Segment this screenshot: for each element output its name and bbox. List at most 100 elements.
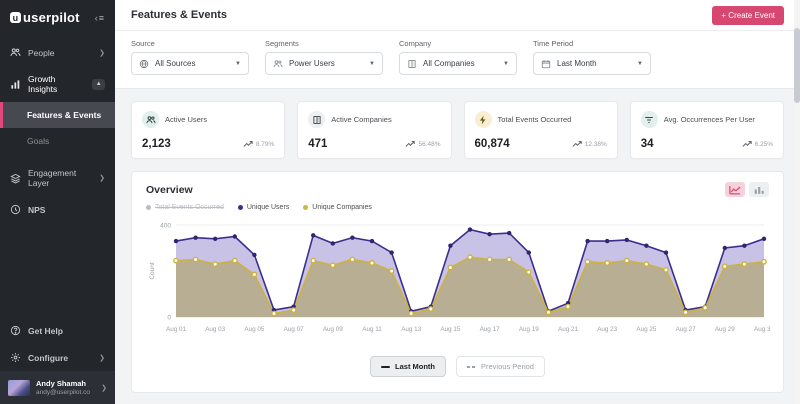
stats-row: Active Users 2,123 8.79% Active Companie…: [115, 89, 800, 163]
sidebar: uuserpilot ‹≡ People ❯ Growth Insights ▲…: [0, 0, 115, 404]
stat-change: 6.25%: [755, 141, 773, 148]
stat-card-active-companies: Active Companies 471 56.48%: [297, 101, 451, 159]
filter-label: Segments: [265, 39, 383, 48]
page-title: Features & Events: [131, 9, 227, 21]
legend-label: Unique Companies: [312, 204, 372, 211]
last-month-toggle[interactable]: Last Month: [370, 356, 446, 377]
legend-dot: [303, 205, 308, 210]
svg-text:Aug 21: Aug 21: [558, 326, 578, 333]
sidebar-item-nps[interactable]: NPS: [0, 196, 115, 223]
svg-text:Aug 01: Aug 01: [166, 326, 186, 333]
help-icon: [10, 325, 21, 336]
stat-card-total-events: Total Events Occurred 60,874 12.38%: [464, 101, 618, 159]
sidebar-collapse-icon[interactable]: ‹≡: [95, 13, 105, 23]
user-profile[interactable]: Andy Shamah andy@userpilot.co ❯: [0, 371, 115, 404]
stat-label: Avg. Occurrences Per User: [664, 115, 755, 124]
legend-unique-users[interactable]: Unique Users: [238, 204, 289, 211]
svg-text:0: 0: [167, 315, 171, 322]
stat-change: 12.38%: [585, 141, 607, 148]
layers-icon: [10, 173, 21, 184]
filter-value: Power Users: [289, 59, 363, 68]
active-companies-icon: [308, 111, 325, 128]
logo-u-badge: u: [10, 12, 21, 23]
legend-total-events[interactable]: Total Events Occurred: [146, 204, 224, 211]
page-scrollbar[interactable]: [794, 0, 800, 404]
sidebar-item-get-help[interactable]: Get Help: [0, 317, 115, 344]
trend-up-icon: [243, 140, 253, 148]
filter-label: Company: [399, 39, 517, 48]
bar-chart-icon: [753, 185, 765, 195]
sidebar-item-label: Goals: [27, 136, 49, 146]
page-header: Features & Events + Create Event: [115, 0, 800, 31]
sidebar-bottom: Get Help Configure ❯ Andy Shamah andy@us…: [0, 317, 115, 404]
solid-line-icon: [381, 366, 390, 368]
userpilot-logo: uuserpilot: [10, 10, 80, 25]
avg-occurrences-icon: [641, 111, 658, 128]
sidebar-item-label: Get Help: [28, 326, 63, 336]
legend-label: Unique Users: [247, 204, 289, 211]
previous-period-toggle[interactable]: Previous Period: [456, 356, 545, 377]
filter-bar: Source All Sources ▼ Segments Power User…: [115, 31, 800, 89]
calendar-icon: [541, 59, 551, 69]
trend-up-icon: [742, 140, 752, 148]
source-dropdown[interactable]: All Sources ▼: [131, 52, 249, 75]
chevron-up-icon[interactable]: ▲: [92, 79, 105, 90]
legend-label: Total Events Occurred: [155, 204, 224, 211]
people-icon: [10, 47, 21, 58]
svg-text:Aug 11: Aug 11: [362, 326, 382, 333]
overview-title: Overview: [146, 184, 193, 196]
filter-value: All Sources: [155, 59, 229, 68]
stat-value: 471: [308, 138, 327, 150]
gear-icon: [10, 352, 21, 363]
overview-panel: Overview Total Events Occurred Unique Us…: [131, 171, 784, 393]
sidebar-item-engagement-layer[interactable]: Engagement Layer ❯: [0, 160, 115, 196]
stat-change: 8.79%: [256, 141, 274, 148]
globe-icon: [139, 59, 149, 69]
stat-label: Active Companies: [331, 115, 391, 124]
svg-text:Aug 07: Aug 07: [284, 326, 304, 333]
chevron-right-icon: ❯: [99, 354, 105, 362]
bar-chart-toggle[interactable]: [749, 182, 769, 197]
area-chart[interactable]: 4000CountAug 01Aug 03Aug 05Aug 07Aug 09A…: [146, 217, 769, 350]
stat-label: Total Events Occurred: [498, 115, 572, 124]
chart-legend: Total Events Occurred Unique Users Uniqu…: [146, 204, 769, 211]
filter-label: Source: [131, 39, 249, 48]
create-event-button[interactable]: + Create Event: [712, 6, 784, 25]
building-icon: [407, 59, 417, 69]
sidebar-item-label: Features & Events: [27, 110, 101, 120]
svg-text:Aug 17: Aug 17: [480, 326, 500, 333]
svg-text:Aug 05: Aug 05: [244, 326, 264, 333]
svg-text:Aug 23: Aug 23: [597, 326, 617, 333]
stat-card-active-users: Active Users 2,123 8.79%: [131, 101, 285, 159]
filter-time-period: Time Period Last Month ▼: [533, 39, 651, 75]
svg-text:Aug 31: Aug 31: [754, 326, 771, 333]
time-period-dropdown[interactable]: Last Month ▼: [533, 52, 651, 75]
sidebar-item-label: Growth Insights: [28, 74, 85, 94]
stat-label: Active Users: [165, 115, 207, 124]
sidebar-item-configure[interactable]: Configure ❯: [0, 344, 115, 371]
profile-email: andy@userpilot.co: [36, 389, 90, 396]
sidebar-item-growth-insights[interactable]: Growth Insights ▲: [0, 66, 115, 102]
filter-source: Source All Sources ▼: [131, 39, 249, 75]
segments-dropdown[interactable]: Power Users ▼: [265, 52, 383, 75]
svg-text:Aug 29: Aug 29: [715, 326, 735, 333]
trend-up-icon: [572, 140, 582, 148]
sidebar-subitem-goals[interactable]: Goals: [0, 128, 115, 154]
sidebar-nav: People ❯ Growth Insights ▲ Features & Ev…: [0, 39, 115, 317]
legend-unique-companies[interactable]: Unique Companies: [303, 204, 372, 211]
caret-down-icon: ▼: [369, 61, 375, 67]
filter-segments: Segments Power Users ▼: [265, 39, 383, 75]
dashed-line-icon: [467, 366, 476, 368]
caret-down-icon: ▼: [235, 61, 241, 67]
legend-dot: [238, 205, 243, 210]
sidebar-item-people[interactable]: People ❯: [0, 39, 115, 66]
sidebar-item-label: NPS: [28, 205, 45, 215]
line-chart-toggle[interactable]: [725, 182, 745, 197]
company-dropdown[interactable]: All Companies ▼: [399, 52, 517, 75]
scrollbar-thumb[interactable]: [794, 28, 800, 103]
total-events-icon: [475, 111, 492, 128]
sidebar-subitem-features-events[interactable]: Features & Events: [0, 102, 115, 128]
line-chart-icon: [729, 185, 741, 195]
trend-up-icon: [405, 140, 415, 148]
main-content: Features & Events + Create Event Source …: [115, 0, 800, 404]
